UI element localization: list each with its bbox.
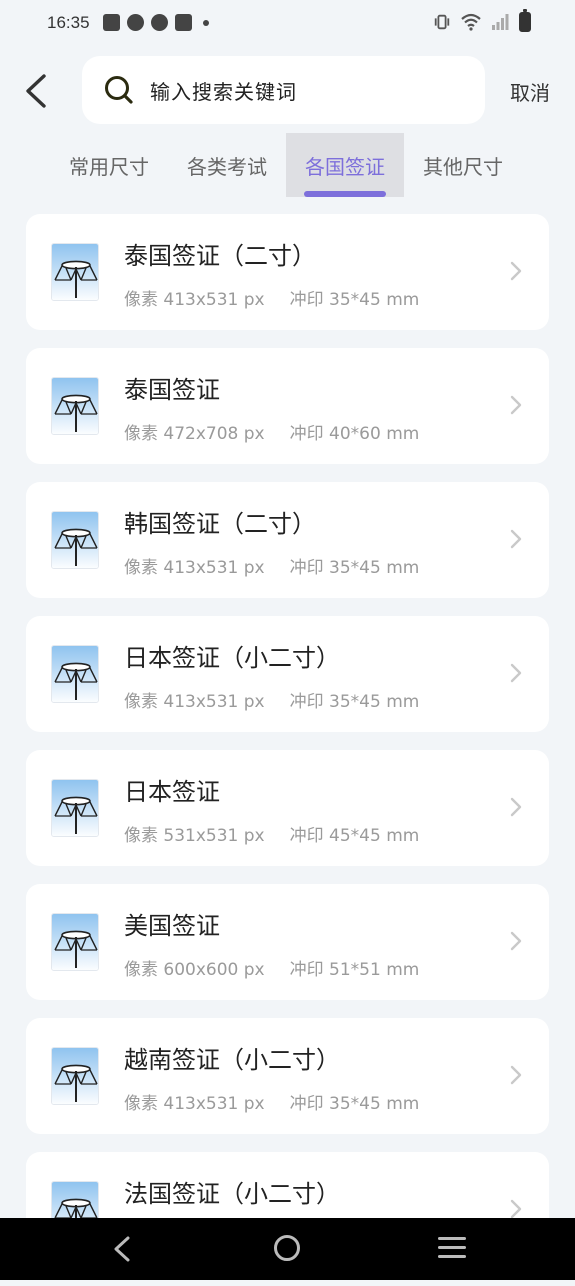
item-title: 泰国签证 bbox=[124, 376, 220, 404]
vibrate-icon bbox=[434, 14, 450, 30]
search-icon bbox=[105, 76, 133, 104]
item-print-size: 冲印 35*45 mm bbox=[289, 558, 420, 578]
system-nav-bar bbox=[0, 1218, 575, 1280]
item-meta: 像素 600x600 px 冲印 51*51 mm bbox=[124, 955, 419, 980]
list-item[interactable]: 越南签证（小二寸） 像素 413x531 px 冲印 35*45 mm bbox=[26, 1018, 549, 1134]
portrait-thumbnail-icon bbox=[51, 511, 99, 569]
chevron-right-icon bbox=[510, 1199, 522, 1219]
item-title: 越南签证（小二寸） bbox=[124, 1046, 340, 1074]
mail-icon bbox=[103, 14, 120, 31]
chevron-right-icon bbox=[510, 529, 522, 549]
item-title: 韩国签证（二寸） bbox=[124, 510, 316, 538]
chevron-right-icon bbox=[510, 931, 522, 951]
item-title: 泰国签证（二寸） bbox=[124, 242, 316, 270]
search-bar[interactable]: 输入搜索关键词 bbox=[82, 56, 485, 124]
notification-icons bbox=[103, 14, 209, 31]
steam-icon bbox=[151, 14, 168, 31]
item-pixels: 像素 413x531 px bbox=[124, 1094, 265, 1114]
status-bar: 16:35 bbox=[0, 0, 575, 46]
chevron-right-icon bbox=[510, 1065, 522, 1085]
item-meta: 像素 413x531 px 冲印 35*45 mm bbox=[124, 687, 419, 712]
mail-icon bbox=[175, 14, 192, 31]
item-pixels: 像素 472x708 px bbox=[124, 424, 265, 444]
item-title: 法国签证（小二寸） bbox=[124, 1180, 340, 1208]
portrait-thumbnail-icon bbox=[51, 913, 99, 971]
list-item[interactable]: 日本签证（小二寸） 像素 413x531 px 冲印 35*45 mm bbox=[26, 616, 549, 732]
steam-icon bbox=[127, 14, 144, 31]
item-print-size: 冲印 35*45 mm bbox=[289, 290, 420, 310]
portrait-thumbnail-icon bbox=[51, 1047, 99, 1105]
item-print-size: 冲印 40*60 mm bbox=[289, 424, 420, 444]
item-pixels: 像素 531x531 px bbox=[124, 826, 265, 846]
item-meta: 像素 413x531 px 冲印 35*45 mm bbox=[124, 285, 419, 310]
item-meta: 像素 413x531 px 冲印 35*45 mm bbox=[124, 553, 419, 578]
visa-size-list: 泰国签证（二寸） 像素 413x531 px 冲印 35*45 mm 泰国签证 … bbox=[26, 214, 549, 1286]
item-pixels: 像素 600x600 px bbox=[124, 960, 265, 980]
item-meta: 像素 413x531 px 冲印 35*45 mm bbox=[124, 1089, 419, 1114]
item-title: 美国签证 bbox=[124, 912, 220, 940]
chevron-right-icon bbox=[510, 797, 522, 817]
search-input[interactable]: 输入搜索关键词 bbox=[150, 76, 297, 105]
chevron-right-icon bbox=[510, 395, 522, 415]
nav-home-icon[interactable] bbox=[274, 1235, 300, 1261]
chevron-right-icon bbox=[510, 261, 522, 281]
item-meta: 像素 531x531 px 冲印 45*45 mm bbox=[124, 821, 419, 846]
portrait-thumbnail-icon bbox=[51, 779, 99, 837]
item-print-size: 冲印 45*45 mm bbox=[289, 826, 420, 846]
item-meta: 像素 472x708 px 冲印 40*60 mm bbox=[124, 419, 419, 444]
status-time: 16:35 bbox=[47, 13, 90, 32]
wifi-icon bbox=[461, 13, 481, 31]
signal-icon bbox=[492, 14, 509, 30]
portrait-thumbnail-icon bbox=[51, 377, 99, 435]
item-print-size: 冲印 35*45 mm bbox=[289, 692, 420, 712]
tab-other-sizes[interactable]: 其他尺寸 bbox=[404, 133, 522, 197]
dot-icon bbox=[203, 19, 209, 26]
system-icons bbox=[433, 9, 531, 32]
list-item[interactable]: 日本签证 像素 531x531 px 冲印 45*45 mm bbox=[26, 750, 549, 866]
chevron-left-icon[interactable] bbox=[20, 72, 54, 110]
list-item[interactable]: 韩国签证（二寸） 像素 413x531 px 冲印 35*45 mm bbox=[26, 482, 549, 598]
item-pixels: 像素 413x531 px bbox=[124, 558, 265, 578]
list-item[interactable]: 泰国签证 像素 472x708 px 冲印 40*60 mm bbox=[26, 348, 549, 464]
item-title: 日本签证 bbox=[124, 778, 220, 806]
category-tabs: 常用尺寸 各类考试 各国签证 其他尺寸 bbox=[50, 133, 522, 197]
item-print-size: 冲印 51*51 mm bbox=[289, 960, 420, 980]
item-pixels: 像素 413x531 px bbox=[124, 692, 265, 712]
list-item[interactable]: 泰国签证（二寸） 像素 413x531 px 冲印 35*45 mm bbox=[26, 214, 549, 330]
chevron-right-icon bbox=[510, 663, 522, 683]
cancel-button[interactable]: 取消 bbox=[510, 77, 550, 106]
tab-exams[interactable]: 各类考试 bbox=[168, 133, 286, 197]
nav-menu-icon[interactable] bbox=[438, 1237, 466, 1261]
list-item[interactable]: 美国签证 像素 600x600 px 冲印 51*51 mm bbox=[26, 884, 549, 1000]
tab-common-sizes[interactable]: 常用尺寸 bbox=[50, 133, 168, 197]
battery-icon bbox=[519, 9, 531, 32]
item-pixels: 像素 413x531 px bbox=[124, 290, 265, 310]
item-print-size: 冲印 35*45 mm bbox=[289, 1094, 420, 1114]
portrait-thumbnail-icon bbox=[51, 645, 99, 703]
item-title: 日本签证（小二寸） bbox=[124, 644, 340, 672]
tab-visas[interactable]: 各国签证 bbox=[286, 133, 404, 197]
portrait-thumbnail-icon bbox=[51, 243, 99, 301]
nav-back-icon[interactable] bbox=[110, 1234, 134, 1264]
